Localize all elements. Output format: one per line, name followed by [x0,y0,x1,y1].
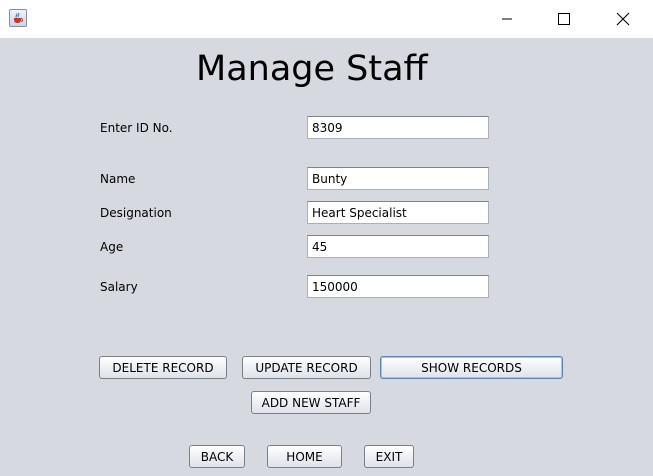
age-label: Age [100,240,124,254]
page-title: Manage Staff [196,49,428,89]
designation-label: Designation [100,206,172,220]
designation-input[interactable] [307,201,489,224]
show-records-button[interactable]: SHOW RECORDS [380,356,563,379]
back-button[interactable]: BACK [189,445,245,468]
home-button[interactable]: HOME [267,445,342,468]
java-coffee-cup-icon[interactable] [9,9,27,27]
update-record-button[interactable]: UPDATE RECORD [242,356,371,379]
add-new-staff-button[interactable]: ADD NEW STAFF [251,391,371,414]
age-input[interactable] [307,235,489,258]
minimize-button[interactable] [484,0,530,38]
maximize-button[interactable] [541,0,587,38]
salary-input[interactable] [307,275,489,298]
close-icon [616,12,630,26]
minimize-icon [502,18,512,20]
close-button[interactable] [600,0,646,38]
maximize-icon [558,13,570,25]
form-panel: Manage Staff Enter ID No. Name Designati… [0,38,653,476]
exit-button[interactable]: EXIT [364,445,414,468]
id-label: Enter ID No. [100,121,173,135]
name-label: Name [100,172,136,186]
delete-record-button[interactable]: DELETE RECORD [99,356,227,379]
salary-label: Salary [100,280,138,294]
name-input[interactable] [307,167,489,190]
id-input[interactable] [307,116,489,139]
title-bar[interactable] [0,0,653,38]
